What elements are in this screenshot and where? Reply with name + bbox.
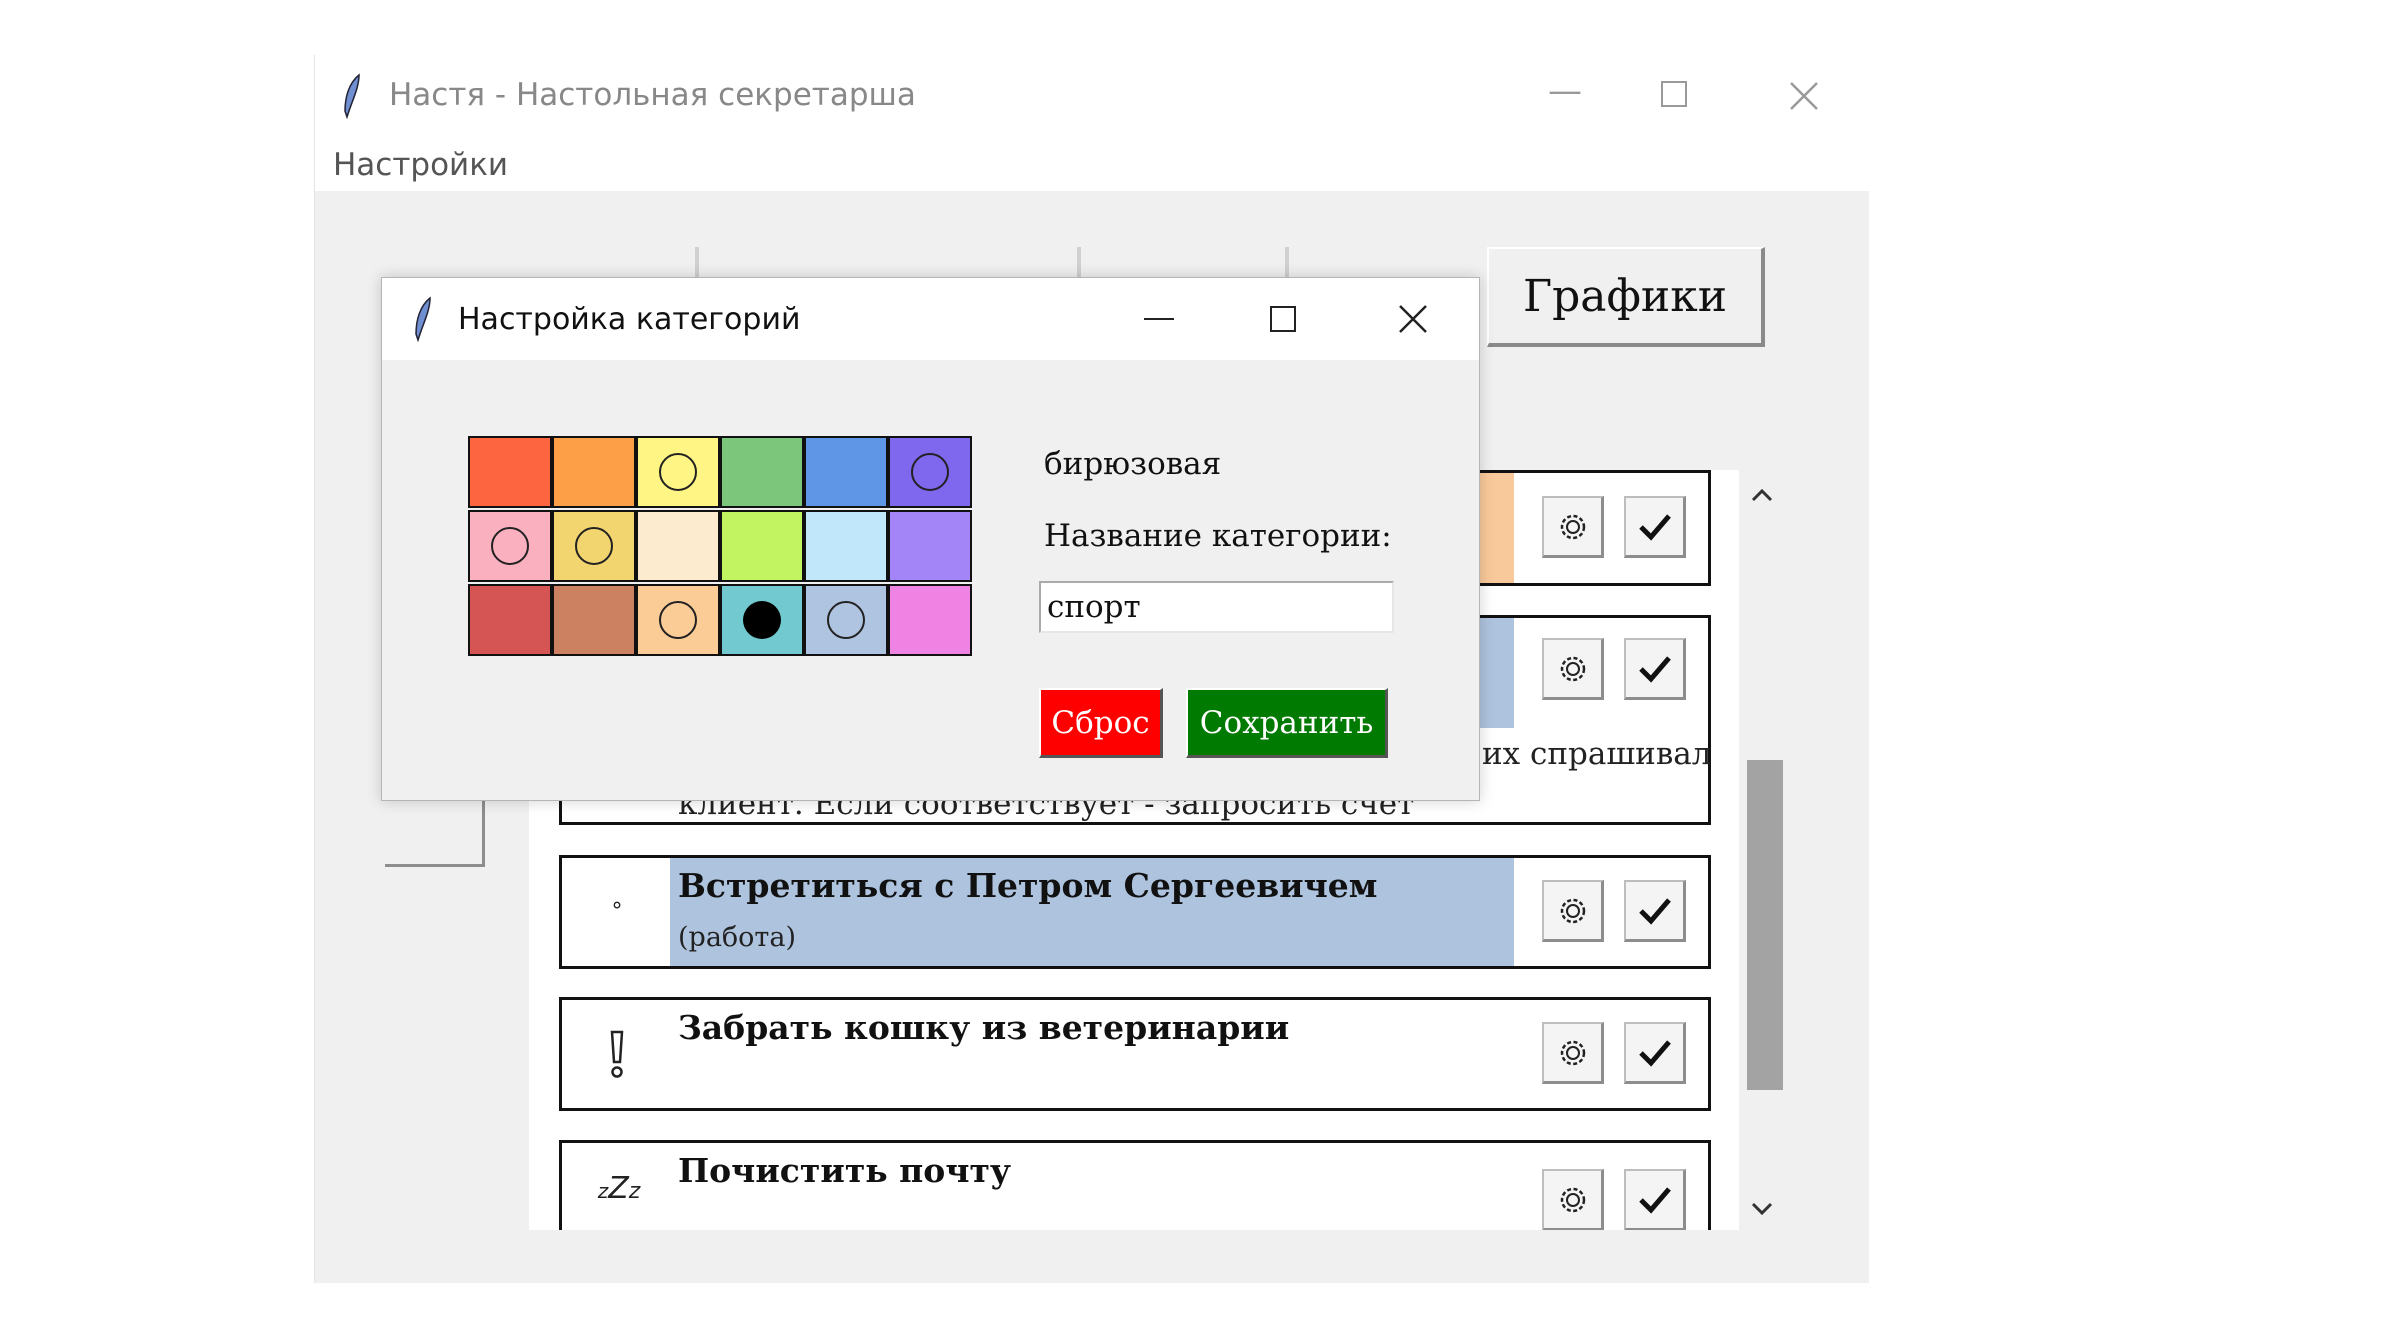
task-card[interactable]: ∘ Встретиться с Петром Сергеевичем (рабо… [559, 855, 1711, 969]
maximize-button[interactable] [1661, 81, 1687, 107]
used-marker-icon [659, 453, 697, 491]
chevron-down-icon[interactable] [1751, 1202, 1773, 1216]
close-button[interactable] [1789, 81, 1819, 111]
dialog-title: Настройка категорий [458, 302, 801, 337]
used-marker-icon [827, 601, 865, 639]
menu-settings[interactable]: Настройки [333, 147, 508, 183]
task-card[interactable]: zZz Почистить почту [559, 1140, 1711, 1230]
category-settings-dialog: Настройка категорий бирюзовая Название к… [381, 277, 1480, 801]
color-swatch[interactable] [720, 510, 804, 582]
color-swatch[interactable] [888, 436, 972, 508]
color-swatch[interactable] [636, 510, 720, 582]
task-done-button[interactable] [1624, 638, 1686, 700]
scrollbar[interactable] [1739, 470, 1783, 1230]
task-done-button[interactable] [1624, 1169, 1686, 1230]
gear-icon [1560, 1040, 1585, 1065]
check-icon [1638, 1186, 1671, 1214]
task-settings-button[interactable] [1542, 1022, 1604, 1084]
dialog-titlebar: Настройка категорий [382, 278, 1479, 360]
color-palette [468, 436, 976, 656]
color-swatch[interactable] [720, 436, 804, 508]
gear-icon [1560, 514, 1585, 539]
used-marker-icon [911, 453, 949, 491]
dialog-close-button[interactable] [1398, 304, 1428, 334]
color-swatch[interactable] [468, 436, 552, 508]
check-icon [1638, 897, 1671, 925]
task-settings-button[interactable] [1542, 496, 1604, 558]
task-title: Встретиться с Петром Сергеевичем [678, 866, 1378, 905]
color-swatch[interactable] [468, 510, 552, 582]
gear-icon [1560, 1187, 1585, 1212]
color-swatch[interactable] [720, 584, 804, 656]
tab-graphs[interactable]: Графики [1487, 247, 1765, 347]
task-card[interactable]: Забрать кошку из ветеринарии [559, 997, 1711, 1111]
task-done-button[interactable] [1624, 1022, 1686, 1084]
sleep-zzz-icon: zZz [597, 1171, 641, 1206]
task-title: Забрать кошку из ветеринарии [678, 1008, 1290, 1047]
color-swatch[interactable] [804, 436, 888, 508]
check-icon [1638, 655, 1671, 683]
color-swatch[interactable] [636, 436, 720, 508]
category-name-label: Название категории: [1044, 518, 1392, 554]
task-description: их спрашивал [1482, 736, 1712, 772]
task-title: Почистить почту [678, 1151, 1012, 1190]
color-swatch[interactable] [888, 510, 972, 582]
exclamation-icon [610, 1030, 624, 1078]
chevron-up-icon[interactable] [1751, 488, 1773, 502]
gear-icon [1560, 898, 1585, 923]
scroll-thumb[interactable] [1747, 760, 1783, 1090]
color-swatch[interactable] [552, 436, 636, 508]
color-swatch[interactable] [552, 510, 636, 582]
minimize-button[interactable]: — [1525, 71, 1605, 111]
task-done-button[interactable] [1624, 496, 1686, 558]
used-marker-icon [659, 601, 697, 639]
task-settings-button[interactable] [1542, 880, 1604, 942]
color-swatch[interactable] [468, 584, 552, 656]
task-done-button[interactable] [1624, 880, 1686, 942]
small-circle-icon: ∘ [610, 893, 624, 918]
task-category: (работа) [678, 922, 796, 953]
check-icon [1638, 513, 1671, 541]
feather-app-icon [415, 296, 431, 342]
reset-button[interactable]: Сброс [1039, 688, 1163, 758]
color-swatch[interactable] [804, 510, 888, 582]
used-marker-icon [491, 527, 529, 565]
gear-icon [1560, 656, 1585, 681]
color-swatch[interactable] [804, 584, 888, 656]
used-marker-icon [575, 527, 613, 565]
main-window-title: Настя - Настольная секретарша [389, 77, 916, 113]
feather-app-icon [344, 73, 360, 119]
menubar: Настройки [315, 139, 1870, 191]
selected-color-name: бирюзовая [1044, 446, 1222, 482]
task-settings-button[interactable] [1542, 638, 1604, 700]
color-swatch[interactable] [888, 584, 972, 656]
color-swatch[interactable] [636, 584, 720, 656]
category-name-input[interactable] [1039, 581, 1394, 633]
save-button[interactable]: Сохранить [1186, 688, 1388, 758]
main-titlebar: Настя - Настольная секретарша — [315, 55, 1870, 139]
task-settings-button[interactable] [1542, 1169, 1604, 1230]
dialog-minimize-button[interactable] [1144, 318, 1174, 320]
color-swatch[interactable] [552, 584, 636, 656]
selected-marker-icon [743, 601, 781, 639]
dialog-maximize-button[interactable] [1270, 306, 1296, 332]
check-icon [1638, 1039, 1671, 1067]
